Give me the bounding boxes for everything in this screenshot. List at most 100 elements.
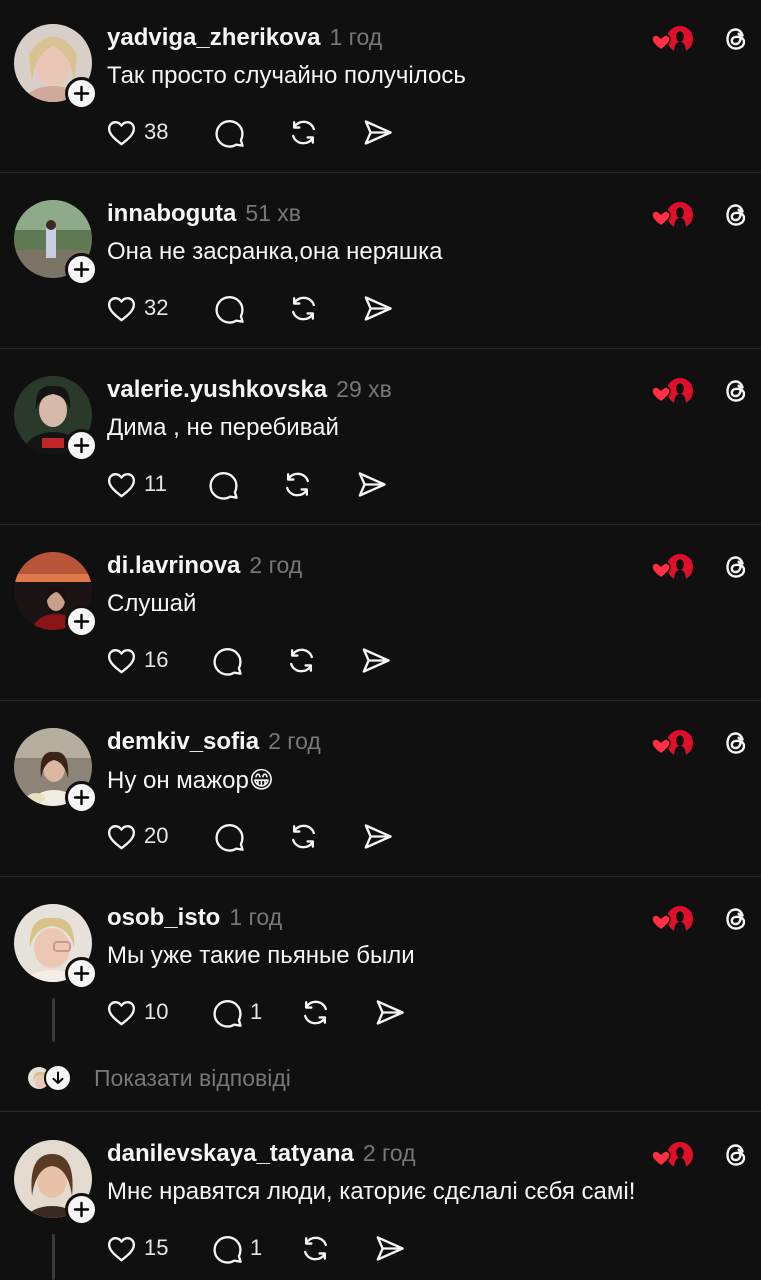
avatar-container[interactable] [14, 552, 98, 638]
like-count: 16 [144, 647, 169, 672]
show-replies-link[interactable]: Показати відповіді [26, 1062, 291, 1094]
repost-button[interactable] [299, 1229, 373, 1267]
username[interactable]: innaboguta [107, 200, 236, 228]
repost-button[interactable] [281, 465, 355, 503]
action-bar: 32 [105, 289, 394, 327]
show-replies-label[interactable]: Показати відповіді [94, 1065, 291, 1092]
comment-header: demkiv_sofia 2 год [107, 728, 321, 758]
threads-icon[interactable] [720, 23, 752, 55]
like-count: 10 [144, 999, 169, 1024]
like-button[interactable]: 16 [105, 641, 211, 679]
comment-header: di.lavrinova 2 год [107, 552, 302, 582]
comment-icon [215, 119, 244, 148]
repost-button[interactable] [287, 113, 361, 151]
thread-line [52, 998, 55, 1042]
timestamp: 51 хв [245, 200, 302, 226]
like-count: 15 [144, 1235, 169, 1260]
repost-button[interactable] [285, 641, 359, 679]
avatar-container[interactable] [14, 728, 98, 814]
divider [0, 348, 761, 349]
username[interactable]: osob_isto [107, 904, 220, 932]
send-icon [376, 999, 404, 1025]
share-button[interactable] [359, 641, 392, 679]
avatar-container[interactable] [14, 904, 98, 990]
send-icon [362, 647, 390, 673]
threads-icon[interactable] [720, 727, 752, 759]
username[interactable]: di.lavrinova [107, 552, 240, 580]
avatar-container[interactable] [14, 1140, 98, 1226]
reply-button[interactable] [213, 817, 287, 855]
username[interactable]: valerie.yushkovska [107, 376, 327, 404]
timestamp: 1 год [329, 24, 383, 50]
like-button[interactable]: 20 [105, 817, 213, 855]
repost-icon [292, 120, 315, 144]
comment-icon [213, 647, 242, 676]
like-button[interactable]: 11 [105, 465, 207, 503]
repost-button[interactable] [299, 993, 373, 1031]
avatar-container[interactable] [14, 24, 98, 110]
timestamp: 2 год [249, 552, 303, 578]
timestamp: 2 год [268, 728, 321, 754]
follow-plus-button[interactable] [65, 605, 98, 638]
like-count: 38 [144, 119, 169, 144]
reply-button[interactable]: 1 [211, 993, 299, 1031]
comment-item: demkiv_sofia 2 год Ну он мажор😁 20 [0, 704, 761, 877]
repost-icon [292, 824, 315, 848]
reply-button[interactable] [207, 465, 281, 503]
follow-plus-button[interactable] [65, 77, 98, 110]
timestamp: 29 хв [336, 376, 392, 402]
action-bar: 38 [105, 113, 394, 151]
like-button[interactable]: 10 [105, 993, 211, 1031]
reply-button[interactable] [213, 289, 287, 327]
threads-icon[interactable] [720, 1139, 752, 1171]
repost-button[interactable] [287, 817, 361, 855]
comment-icon [215, 295, 244, 324]
repost-icon [292, 296, 315, 320]
avatar-container[interactable] [14, 200, 98, 286]
threads-icon[interactable] [720, 551, 752, 583]
right-icons [650, 195, 752, 235]
right-icons [650, 19, 752, 59]
share-button[interactable] [355, 465, 388, 503]
like-button[interactable]: 38 [105, 113, 213, 151]
share-button[interactable] [361, 113, 394, 151]
reply-button[interactable] [213, 113, 287, 151]
threads-icon[interactable] [720, 903, 752, 935]
heart-icon [107, 824, 136, 849]
comment-text: Мнє нравятся люди, каториє сдєлалі сєбя … [107, 1178, 636, 1205]
action-bar: 10 1 [105, 993, 406, 1031]
action-bar: 16 [105, 641, 392, 679]
username[interactable]: yadviga_zherikova [107, 24, 320, 52]
comment-item: danilevskaya_tatyana 2 год Мнє нравятся … [0, 1116, 761, 1280]
threads-icon[interactable] [720, 375, 752, 407]
username[interactable]: demkiv_sofia [107, 728, 259, 756]
follow-plus-button[interactable] [65, 957, 98, 990]
follow-plus-button[interactable] [65, 429, 98, 462]
share-button[interactable] [361, 289, 394, 327]
reply-button[interactable] [211, 641, 285, 679]
reply-button[interactable]: 1 [211, 1229, 299, 1267]
send-icon [364, 295, 392, 321]
follow-plus-button[interactable] [65, 1193, 98, 1226]
comment-item: yadviga_zherikova 1 год Так просто случа… [0, 0, 761, 173]
share-button[interactable] [361, 817, 394, 855]
repost-icon [286, 472, 309, 496]
comment-item: di.lavrinova 2 год Слушай 16 [0, 528, 761, 701]
share-button[interactable] [373, 1229, 406, 1267]
repost-button[interactable] [287, 289, 361, 327]
threads-icon[interactable] [720, 199, 752, 231]
like-button[interactable]: 32 [105, 289, 213, 327]
repost-icon [304, 1236, 327, 1260]
share-button[interactable] [373, 993, 406, 1031]
comment-text: Мы уже такие пьяные были [107, 942, 415, 969]
avatar-container[interactable] [14, 376, 98, 462]
username[interactable]: danilevskaya_tatyana [107, 1140, 354, 1168]
send-icon [358, 471, 386, 497]
comment-header: innaboguta 51 хв [107, 200, 301, 230]
action-bar: 20 [105, 817, 394, 855]
heart-icon [107, 1000, 136, 1025]
follow-plus-button[interactable] [65, 781, 98, 814]
like-button[interactable]: 15 [105, 1229, 211, 1267]
follow-plus-button[interactable] [65, 253, 98, 286]
heart-icon [107, 648, 136, 673]
